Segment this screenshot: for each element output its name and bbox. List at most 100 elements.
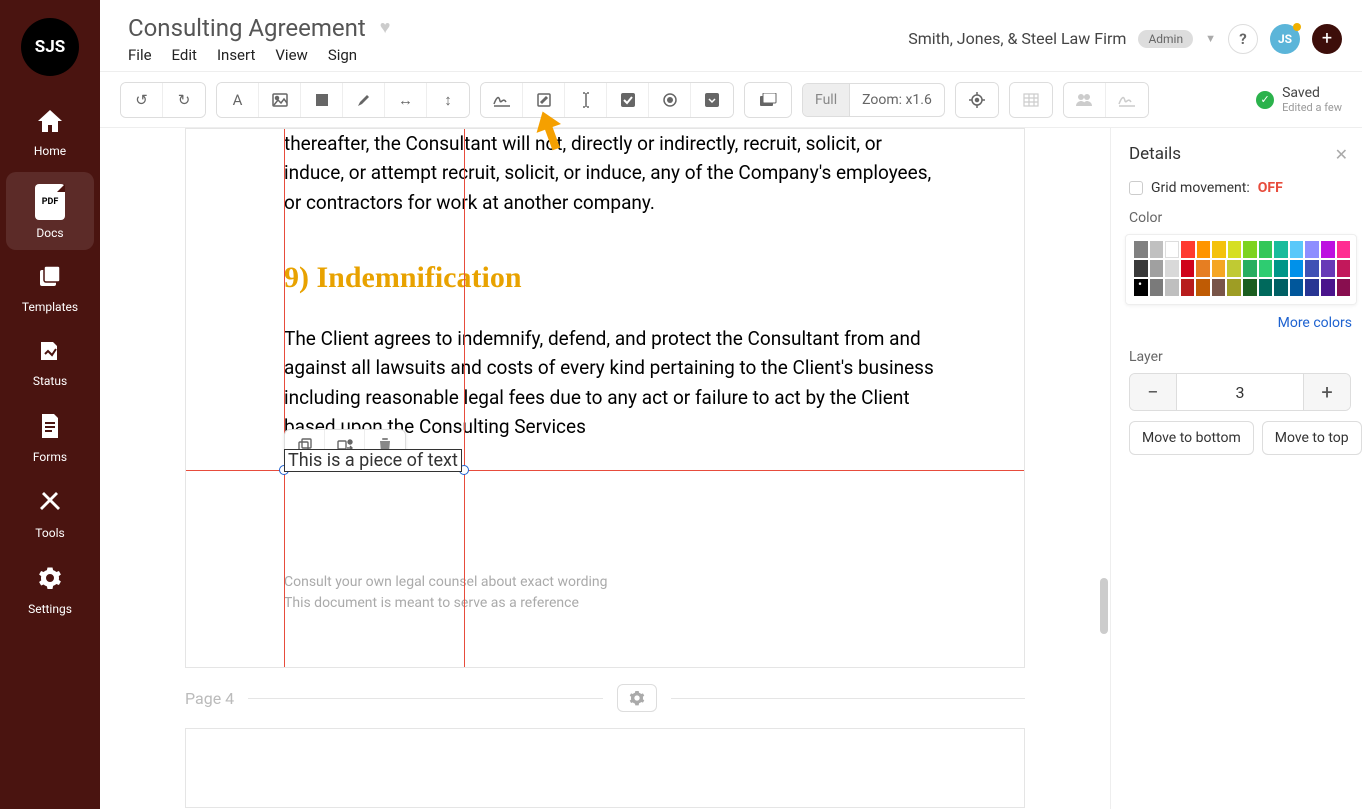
- shape-tool-button[interactable]: [301, 83, 343, 117]
- color-swatch[interactable]: [1274, 241, 1288, 258]
- layer-value[interactable]: 3: [1176, 374, 1304, 410]
- menu-view[interactable]: View: [275, 46, 307, 64]
- layers-button[interactable]: [745, 83, 791, 117]
- sidebar-item-home[interactable]: Home: [6, 98, 94, 168]
- color-swatch[interactable]: [1150, 260, 1164, 277]
- color-swatch[interactable]: [1321, 241, 1335, 258]
- color-swatch[interactable]: [1274, 279, 1288, 296]
- zoom-full-button[interactable]: Full: [803, 84, 850, 116]
- document-title[interactable]: Consulting Agreement: [128, 14, 366, 42]
- more-colors-link[interactable]: More colors: [1129, 315, 1352, 331]
- radio-field-button[interactable]: [649, 83, 691, 117]
- sidebar-item-docs[interactable]: PDF Docs: [6, 172, 94, 250]
- vertical-guide[interactable]: [284, 129, 285, 667]
- color-swatch[interactable]: [1181, 260, 1195, 277]
- color-swatch[interactable]: [1290, 241, 1304, 258]
- app-logo[interactable]: SJS: [21, 18, 79, 76]
- color-swatch[interactable]: [1196, 279, 1210, 296]
- selected-text-element[interactable]: This is a piece of text: [284, 449, 462, 472]
- menu-file[interactable]: File: [128, 46, 152, 64]
- section-heading[interactable]: 9) Indemnification: [284, 255, 944, 302]
- color-swatch[interactable]: [1305, 279, 1319, 296]
- vertical-resize-button[interactable]: ↕: [427, 83, 469, 117]
- add-button[interactable]: +: [1312, 24, 1342, 54]
- text-tool-button[interactable]: A: [217, 83, 259, 117]
- menu-insert[interactable]: Insert: [217, 46, 255, 64]
- color-swatch[interactable]: [1259, 279, 1273, 296]
- menu-sign[interactable]: Sign: [328, 46, 357, 64]
- color-swatch[interactable]: [1181, 241, 1195, 258]
- color-swatch[interactable]: [1321, 260, 1335, 277]
- layer-decrement-button[interactable]: −: [1130, 374, 1176, 410]
- check-icon: ✓: [1256, 91, 1274, 109]
- color-swatch[interactable]: [1259, 241, 1273, 258]
- color-swatch[interactable]: [1227, 260, 1241, 277]
- color-swatch[interactable]: [1134, 260, 1148, 277]
- image-tool-button[interactable]: [259, 83, 301, 117]
- sidebar-item-settings[interactable]: Settings: [6, 554, 94, 626]
- color-swatch[interactable]: [1337, 279, 1351, 296]
- color-swatch[interactable]: [1337, 241, 1351, 258]
- redo-button[interactable]: ↻: [163, 83, 205, 117]
- body-paragraph[interactable]: thereafter, the Consultant will not, dir…: [284, 129, 944, 217]
- color-swatch[interactable]: [1212, 241, 1226, 258]
- help-button[interactable]: ?: [1228, 24, 1258, 54]
- sidebar-item-templates[interactable]: Templates: [6, 254, 94, 324]
- color-swatch[interactable]: [1290, 279, 1304, 296]
- table-button[interactable]: [1010, 83, 1052, 117]
- color-swatch[interactable]: [1134, 279, 1148, 296]
- color-swatch[interactable]: [1181, 279, 1195, 296]
- color-swatch[interactable]: [1212, 260, 1226, 277]
- signature-button[interactable]: [481, 83, 523, 117]
- color-swatch[interactable]: [1197, 241, 1211, 258]
- color-swatch[interactable]: [1150, 279, 1164, 296]
- color-swatch[interactable]: [1212, 279, 1226, 296]
- color-swatch[interactable]: [1243, 279, 1257, 296]
- color-swatch[interactable]: [1165, 279, 1179, 296]
- edit-field-button[interactable]: [523, 83, 565, 117]
- sidebar-item-forms[interactable]: Forms: [6, 402, 94, 474]
- color-swatch[interactable]: [1243, 260, 1257, 277]
- color-swatch[interactable]: [1321, 279, 1335, 296]
- body-paragraph[interactable]: The Client agrees to indemnify, defend, …: [284, 324, 944, 442]
- checkbox-field-button[interactable]: [607, 83, 649, 117]
- undo-button[interactable]: ↺: [121, 83, 163, 117]
- close-panel-button[interactable]: ✕: [1335, 145, 1348, 164]
- color-swatch[interactable]: [1134, 241, 1148, 258]
- color-swatch[interactable]: [1305, 260, 1319, 277]
- vertical-guide[interactable]: [464, 129, 465, 667]
- locate-button[interactable]: [956, 83, 998, 117]
- zoom-control[interactable]: Full Zoom: x1.6: [802, 83, 945, 117]
- color-swatch[interactable]: [1259, 260, 1273, 277]
- sidebar-item-status[interactable]: Status: [6, 328, 94, 398]
- color-swatch[interactable]: [1290, 260, 1304, 277]
- avatar[interactable]: JS: [1270, 24, 1300, 54]
- scrollbar-thumb[interactable]: [1100, 578, 1108, 634]
- color-swatch[interactable]: [1274, 260, 1288, 277]
- color-swatch[interactable]: [1243, 241, 1257, 258]
- horizontal-resize-button[interactable]: ↔: [385, 83, 427, 117]
- color-swatch[interactable]: [1165, 260, 1179, 277]
- layer-increment-button[interactable]: +: [1304, 374, 1350, 410]
- color-swatch[interactable]: [1165, 241, 1179, 258]
- color-swatch[interactable]: [1305, 241, 1319, 258]
- dropdown-field-button[interactable]: [691, 83, 733, 117]
- color-swatch[interactable]: [1228, 241, 1242, 258]
- color-swatch[interactable]: [1150, 241, 1164, 258]
- sign-request-button[interactable]: [1106, 83, 1148, 117]
- collaborators-button[interactable]: [1064, 83, 1106, 117]
- move-to-top-button[interactable]: Move to top: [1262, 421, 1362, 455]
- highlighter-button[interactable]: [343, 83, 385, 117]
- color-swatch[interactable]: [1196, 260, 1210, 277]
- favorite-icon[interactable]: ♥: [380, 17, 391, 38]
- move-to-bottom-button[interactable]: Move to bottom: [1129, 421, 1254, 455]
- grid-movement-checkbox[interactable]: [1129, 181, 1143, 195]
- zoom-value[interactable]: Zoom: x1.6: [850, 84, 944, 116]
- page-settings-button[interactable]: [617, 684, 657, 712]
- sidebar-item-tools[interactable]: Tools: [6, 478, 94, 550]
- color-swatch[interactable]: [1227, 279, 1241, 296]
- color-swatch[interactable]: [1337, 260, 1351, 277]
- firm-caret-icon[interactable]: ▼: [1205, 32, 1216, 45]
- menu-edit[interactable]: Edit: [172, 46, 197, 64]
- text-cursor-button[interactable]: [565, 83, 607, 117]
